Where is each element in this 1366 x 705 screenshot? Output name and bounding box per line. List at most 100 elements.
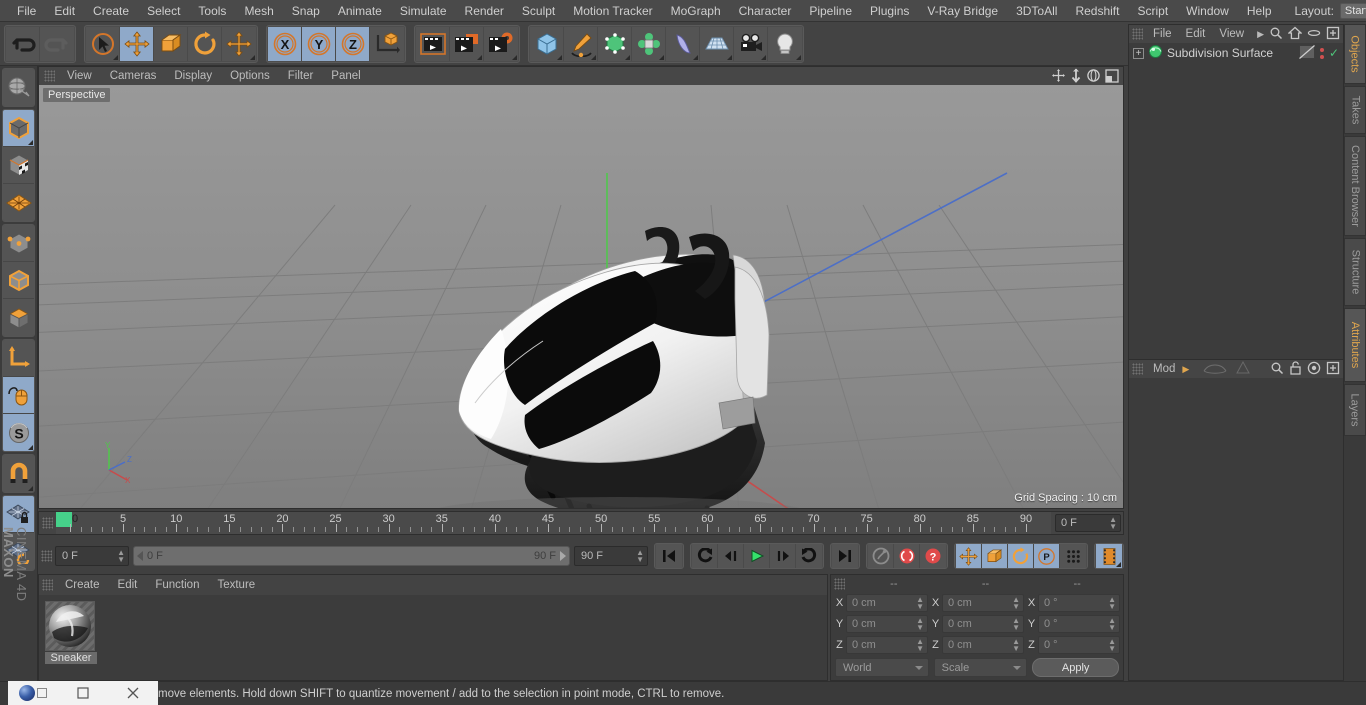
frame-start-field[interactable]: 0 F ▲ ▼ <box>55 546 129 566</box>
menu-overflow-arrow-icon[interactable]: ▶ <box>1182 364 1189 375</box>
points-mode-button[interactable] <box>3 225 34 262</box>
key-rotation-button[interactable] <box>1008 544 1034 568</box>
scale-tool[interactable] <box>154 26 188 61</box>
render-view-button[interactable] <box>416 26 450 61</box>
home-icon[interactable] <box>1287 26 1303 43</box>
object-menu-edit[interactable]: Edit <box>1179 25 1213 43</box>
stepper-icon[interactable]: ▲ ▼ <box>1012 638 1020 653</box>
object-menu-view[interactable]: View <box>1212 25 1251 43</box>
search-icon[interactable] <box>1270 361 1284 378</box>
coord-position-z-field[interactable]: 0 cm ▲ ▼ <box>846 636 928 654</box>
stepper-icon[interactable]: ▲ ▼ <box>916 596 924 611</box>
add-deformer[interactable] <box>666 26 700 61</box>
attributes-mode-label[interactable]: Mod <box>1146 360 1182 378</box>
panel-grip-icon[interactable] <box>44 70 55 82</box>
menu-item-snap[interactable]: Snap <box>283 0 329 22</box>
menu-item-simulate[interactable]: Simulate <box>391 0 456 22</box>
play-button[interactable] <box>744 544 770 568</box>
stepper-icon[interactable]: ▲ ▼ <box>916 638 924 653</box>
add-array-clone[interactable] <box>632 26 666 61</box>
vertical-tab-layers[interactable]: Layers <box>1344 384 1366 436</box>
orbit-icon[interactable] <box>1086 68 1101 86</box>
coord-rotation-y-field[interactable]: 0 ° ▲ ▼ <box>1038 615 1120 633</box>
menu-item-select[interactable]: Select <box>138 0 189 22</box>
plus-box-icon[interactable] <box>1326 26 1340 43</box>
viewport-menu-options[interactable]: Options <box>221 67 279 85</box>
material-menu-create[interactable]: Create <box>56 575 109 595</box>
object-menu-file[interactable]: File <box>1146 25 1179 43</box>
vertical-tab-structure[interactable]: Structure <box>1344 238 1366 306</box>
lock-x-axis[interactable]: X <box>268 26 302 61</box>
vertical-tab-attributes[interactable]: Attributes <box>1344 308 1366 382</box>
coord-rotation-z-field[interactable]: 0 ° ▲ ▼ <box>1038 636 1120 654</box>
panel-grip-icon[interactable] <box>42 579 53 591</box>
menu-item-plugins[interactable]: Plugins <box>861 0 918 22</box>
lock-y-axis[interactable]: Y <box>302 26 336 61</box>
menu-item-file[interactable]: File <box>8 0 45 22</box>
maximize-view-icon[interactable] <box>1105 68 1119 86</box>
stepper-icon[interactable]: ▲ ▼ <box>117 549 125 564</box>
add-spline-pen[interactable] <box>564 26 598 61</box>
apply-button[interactable]: Apply <box>1032 658 1120 677</box>
vertical-tab-content-browser[interactable]: Content Browser <box>1344 136 1366 236</box>
live-selection-tool[interactable] <box>86 26 120 61</box>
menu-overflow-arrow-icon[interactable]: ▶ <box>1257 29 1264 40</box>
object-manager-row[interactable]: + Subdivision Surface ✓ <box>1129 43 1343 63</box>
menu-item-help[interactable]: Help <box>1238 0 1281 22</box>
stepper-icon[interactable]: ▲ ▼ <box>1108 617 1116 632</box>
redo-button[interactable] <box>40 26 74 61</box>
range-left-handle-icon[interactable] <box>137 551 143 561</box>
viewport-solo-button[interactable]: S <box>3 414 34 451</box>
coord-size-x-field[interactable]: 0 cm ▲ ▼ <box>942 594 1024 612</box>
menu-item-window[interactable]: Window <box>1177 0 1238 22</box>
material-preview-sphere[interactable] <box>45 601 95 651</box>
ellipse-icon[interactable] <box>1307 26 1321 43</box>
key-scale-button[interactable] <box>982 544 1008 568</box>
coord-rotation-x-field[interactable]: 0 ° ▲ ▼ <box>1038 594 1120 612</box>
search-icon[interactable] <box>1269 26 1283 43</box>
plus-box-icon[interactable] <box>1326 361 1340 378</box>
coord-position-x-field[interactable]: 0 cm ▲ ▼ <box>846 594 928 612</box>
object-axis-mode-button[interactable] <box>3 340 34 377</box>
timeline-view-button[interactable] <box>1096 544 1122 568</box>
panel-grip-icon[interactable] <box>1132 28 1143 40</box>
go-to-previous-key-button[interactable] <box>692 544 718 568</box>
step-forward-button[interactable] <box>770 544 796 568</box>
menu-item-tools[interactable]: Tools <box>189 0 235 22</box>
add-cube-object[interactable] <box>530 26 564 61</box>
edges-mode-button[interactable] <box>3 262 34 299</box>
coord-size-z-field[interactable]: 0 cm ▲ ▼ <box>942 636 1024 654</box>
step-back-button[interactable] <box>718 544 744 568</box>
restore-window-button[interactable] <box>58 681 108 705</box>
menu-item-script[interactable]: Script <box>1128 0 1177 22</box>
menu-item-animate[interactable]: Animate <box>329 0 391 22</box>
menu-item-render[interactable]: Render <box>456 0 513 22</box>
menu-item-create[interactable]: Create <box>84 0 138 22</box>
undo-button[interactable] <box>6 26 40 61</box>
menu-item-motion-tracker[interactable]: Motion Tracker <box>564 0 661 22</box>
coordinate-mode-dropdown[interactable]: Scale <box>933 658 1028 677</box>
panel-grip-icon[interactable] <box>834 578 845 590</box>
material-menu-edit[interactable]: Edit <box>109 575 147 595</box>
transform-tool[interactable] <box>222 26 256 61</box>
texture-mode-button[interactable] <box>3 147 34 184</box>
world-object-coordinates[interactable] <box>370 26 404 61</box>
make-editable-button[interactable] <box>3 69 34 106</box>
viewport-3d-canvas[interactable]: Perspective Grid Spacing : 10 cm Y Z X <box>39 85 1123 508</box>
add-floor-environment[interactable] <box>700 26 734 61</box>
polygons-mode-button[interactable] <box>3 299 34 336</box>
viewport-menu-filter[interactable]: Filter <box>279 67 323 85</box>
key-position-button[interactable] <box>956 544 982 568</box>
rotate-tool[interactable] <box>188 26 222 61</box>
current-frame-field[interactable]: 0 F ▲ ▼ <box>1055 514 1121 532</box>
go-to-start-button[interactable] <box>656 544 682 568</box>
target-icon[interactable] <box>1307 361 1321 378</box>
key-point-level-animation-button[interactable] <box>1060 544 1086 568</box>
vertical-tab-takes[interactable]: Takes <box>1344 86 1366 134</box>
stepper-icon[interactable]: ▲ ▼ <box>1012 617 1020 632</box>
key-parameter-button[interactable]: P <box>1034 544 1060 568</box>
coordinate-system-dropdown[interactable]: World <box>835 658 929 677</box>
lock-icon[interactable] <box>1289 361 1302 378</box>
menu-item-pipeline[interactable]: Pipeline <box>800 0 861 22</box>
menu-item-character[interactable]: Character <box>730 0 801 22</box>
